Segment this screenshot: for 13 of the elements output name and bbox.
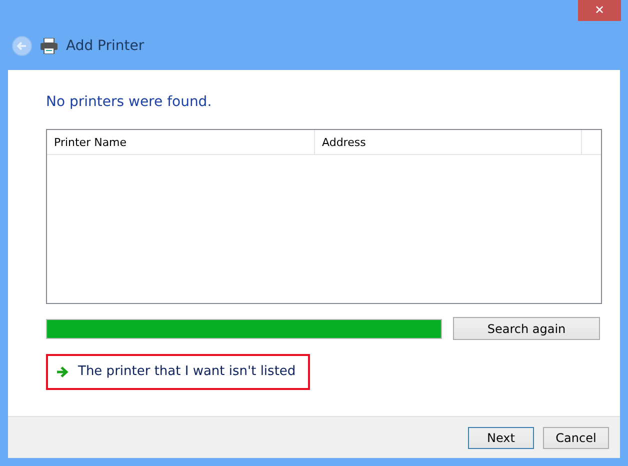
window-title: Add Printer — [66, 36, 144, 56]
search-again-button[interactable]: Search again — [453, 317, 600, 340]
column-header[interactable]: Address — [315, 130, 582, 154]
printer-icon — [40, 38, 58, 54]
arrow-icon — [56, 366, 69, 378]
close-button[interactable]: ✕ — [578, 0, 621, 21]
column-header[interactable]: Printer Name — [47, 130, 315, 154]
dialog-button[interactable]: Next — [468, 426, 534, 448]
heading: No printers were found. — [46, 93, 213, 112]
back-button[interactable] — [12, 36, 32, 56]
dialog-button[interactable]: Cancel — [543, 426, 609, 448]
printer-not-listed-link[interactable]: The printer that I want isn't listed — [46, 354, 310, 390]
printer-list[interactable]: Printer Name Address — [46, 129, 602, 304]
